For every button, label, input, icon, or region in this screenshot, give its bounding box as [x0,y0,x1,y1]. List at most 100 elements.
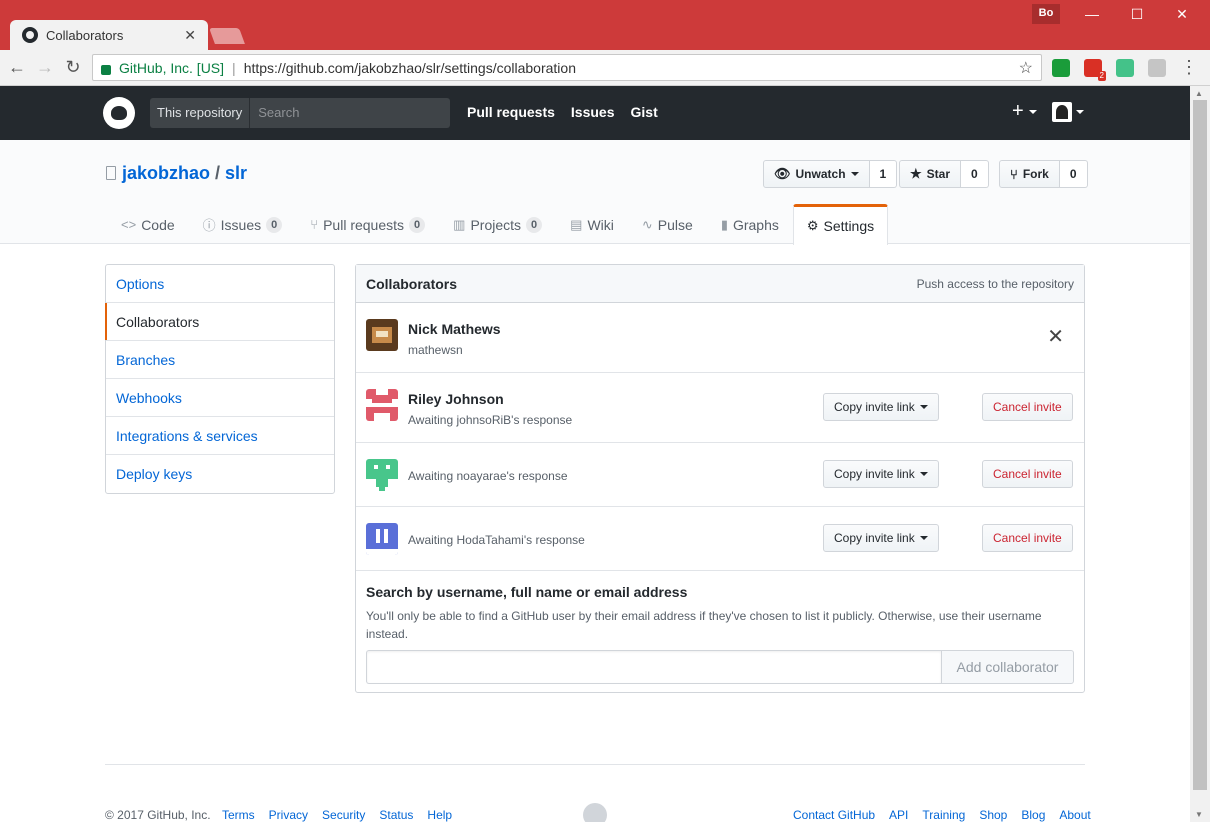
collaborator-name[interactable]: Nick Mathews [408,321,501,337]
browser-menu-icon[interactable]: ⋮ [1178,57,1200,77]
create-new-icon[interactable]: + [1012,100,1024,123]
tab-projects[interactable]: ▥ Projects 0 [439,204,556,244]
scroll-up-icon[interactable]: ▲ [1195,89,1203,98]
nav-pull-requests[interactable]: Pull requests [467,104,555,120]
remove-collaborator-icon[interactable]: ✕ [1047,327,1064,347]
page-scrollbar[interactable]: ▲ ▼ [1190,86,1210,822]
add-collaborator-button[interactable]: Add collaborator [941,650,1074,684]
tab-wiki[interactable]: ▤ Wiki [556,204,628,244]
sidebar-item-webhooks[interactable]: Webhooks [106,379,334,417]
tab-graphs[interactable]: ▮ Graphs [707,204,793,244]
close-window-icon[interactable]: ✕ [1172,6,1192,23]
github-mark-icon[interactable] [583,803,607,822]
user-menu-caret-icon[interactable] [1076,110,1084,114]
profile-badge[interactable]: Bo [1032,4,1060,24]
star-button[interactable]: ★ Star [899,160,961,188]
footer-link-api[interactable]: API [889,808,908,822]
close-tab-icon[interactable]: ✕ [184,27,196,44]
fork-button[interactable]: ⑂ Fork [999,160,1060,188]
footer-link-help[interactable]: Help [427,808,452,822]
unwatch-button[interactable]: 👁 Unwatch [763,160,870,188]
tab-settings[interactable]: ⚙ Settings [792,204,889,245]
tab-counter: 0 [526,216,543,233]
collaborator-search-input[interactable] [366,650,941,684]
back-arrow-icon[interactable]: ← [6,57,28,77]
lock-icon [101,64,111,75]
invite-name[interactable]: Riley Johnson [408,391,504,407]
star-count[interactable]: 0 [961,160,989,188]
browser-tab[interactable]: Collaborators ✕ [10,20,208,50]
scroll-thumb[interactable] [1193,100,1207,790]
minimize-icon[interactable]: — [1082,6,1102,22]
gmail-extension-icon[interactable]: 2 [1084,59,1106,81]
copy-invite-link-button[interactable]: Copy invite link [823,524,939,552]
copy-invite-link-button[interactable]: Copy invite link [823,393,939,421]
push-access-note: Push access to the repository [916,276,1074,291]
reload-icon[interactable]: ↻ [62,57,84,77]
github-logo-icon[interactable] [103,97,135,129]
create-caret-icon[interactable] [1029,110,1037,114]
new-tab-button[interactable] [209,28,245,44]
footer-link-privacy[interactable]: Privacy [269,808,308,822]
collaborators-header: Collaborators Push access to the reposit… [356,265,1084,303]
footer-link-about[interactable]: About [1059,808,1090,822]
cancel-invite-button[interactable]: Cancel invite [982,460,1073,488]
site-search[interactable]: This repository Search [150,98,450,128]
cancel-invite-button[interactable]: Cancel invite [982,393,1073,421]
sidebar-item-deploy-keys[interactable]: Deploy keys [106,455,334,493]
invite-avatar[interactable] [366,523,398,555]
check-extension-icon[interactable] [1052,59,1070,77]
tab-label: Code [141,216,175,233]
cancel-invite-button[interactable]: Cancel invite [982,524,1073,552]
nav-issues[interactable]: Issues [571,104,615,120]
fork-count[interactable]: 0 [1059,160,1088,188]
copy-invite-link-button[interactable]: Copy invite link [823,460,939,488]
user-avatar[interactable] [1052,102,1072,122]
sidebar-item-integrations-services[interactable]: Integrations & services [106,417,334,455]
forward-arrow-icon[interactable]: → [34,57,56,77]
tab-pulse[interactable]: ∿ Pulse [628,204,707,244]
scroll-down-icon[interactable]: ▼ [1195,810,1203,819]
settings-sidebar: Options Collaborators Branches Webhooks Inte… [105,264,335,494]
settings-icon: ⚙ [806,218,819,233]
tab-label: Pulse [657,216,693,233]
invite-status: Awaiting noayarae's response [408,469,568,483]
watch-count[interactable]: 1 [869,160,898,188]
repo-title: jakobzhao / slr [122,163,247,184]
graphs-icon: ▮ [720,216,728,232]
green-extension-icon[interactable] [1116,59,1134,77]
footer-link-training[interactable]: Training [922,808,965,822]
shield-extension-icon[interactable] [1148,59,1166,77]
tab-counter: 0 [266,216,283,233]
collaborator-avatar[interactable] [366,319,398,351]
tab-issues[interactable]: ⓘ Issues 0 [189,204,297,244]
nav-gist[interactable]: Gist [631,104,658,120]
sidebar-item-branches[interactable]: Branches [106,341,334,379]
invite-avatar[interactable] [366,459,398,491]
repo-name-link[interactable]: slr [225,163,247,183]
collaborators-title: Collaborators [366,275,458,292]
url-text[interactable]: https://github.com/jakobzhao/slr/setting… [244,60,1019,76]
invite-status: Awaiting johnsoRiB's response [408,413,573,427]
footer-divider [105,764,1085,765]
bookmark-star-icon[interactable]: ☆ [1019,58,1033,78]
collaborator-login[interactable]: mathewsn [408,343,463,357]
sidebar-item-collaborators[interactable]: Collaborators [105,303,334,341]
footer-link-contact-github[interactable]: Contact GitHub [793,808,875,822]
pulse-icon: ∿ [641,216,653,232]
invite-status: Awaiting HodaTahami's response [408,533,585,547]
search-input[interactable]: Search [250,98,450,128]
footer-link-security[interactable]: Security [322,808,365,822]
tab-code[interactable]: <> Code [107,204,189,244]
footer-link-blog[interactable]: Blog [1021,808,1045,822]
maximize-icon[interactable]: ☐ [1127,6,1147,23]
sidebar-item-options[interactable]: Options [106,265,334,303]
tab-pull-requests[interactable]: ⑂ Pull requests 0 [296,204,439,244]
invite-avatar[interactable] [366,389,398,421]
footer-link-status[interactable]: Status [379,808,413,822]
footer-link-terms[interactable]: Terms [222,808,255,822]
footer-link-shop[interactable]: Shop [979,808,1007,822]
address-bar[interactable]: GitHub, Inc. [US] | https://github.com/j… [92,54,1042,81]
repo-owner-link[interactable]: jakobzhao [122,163,210,183]
tab-label: Settings [823,218,875,234]
